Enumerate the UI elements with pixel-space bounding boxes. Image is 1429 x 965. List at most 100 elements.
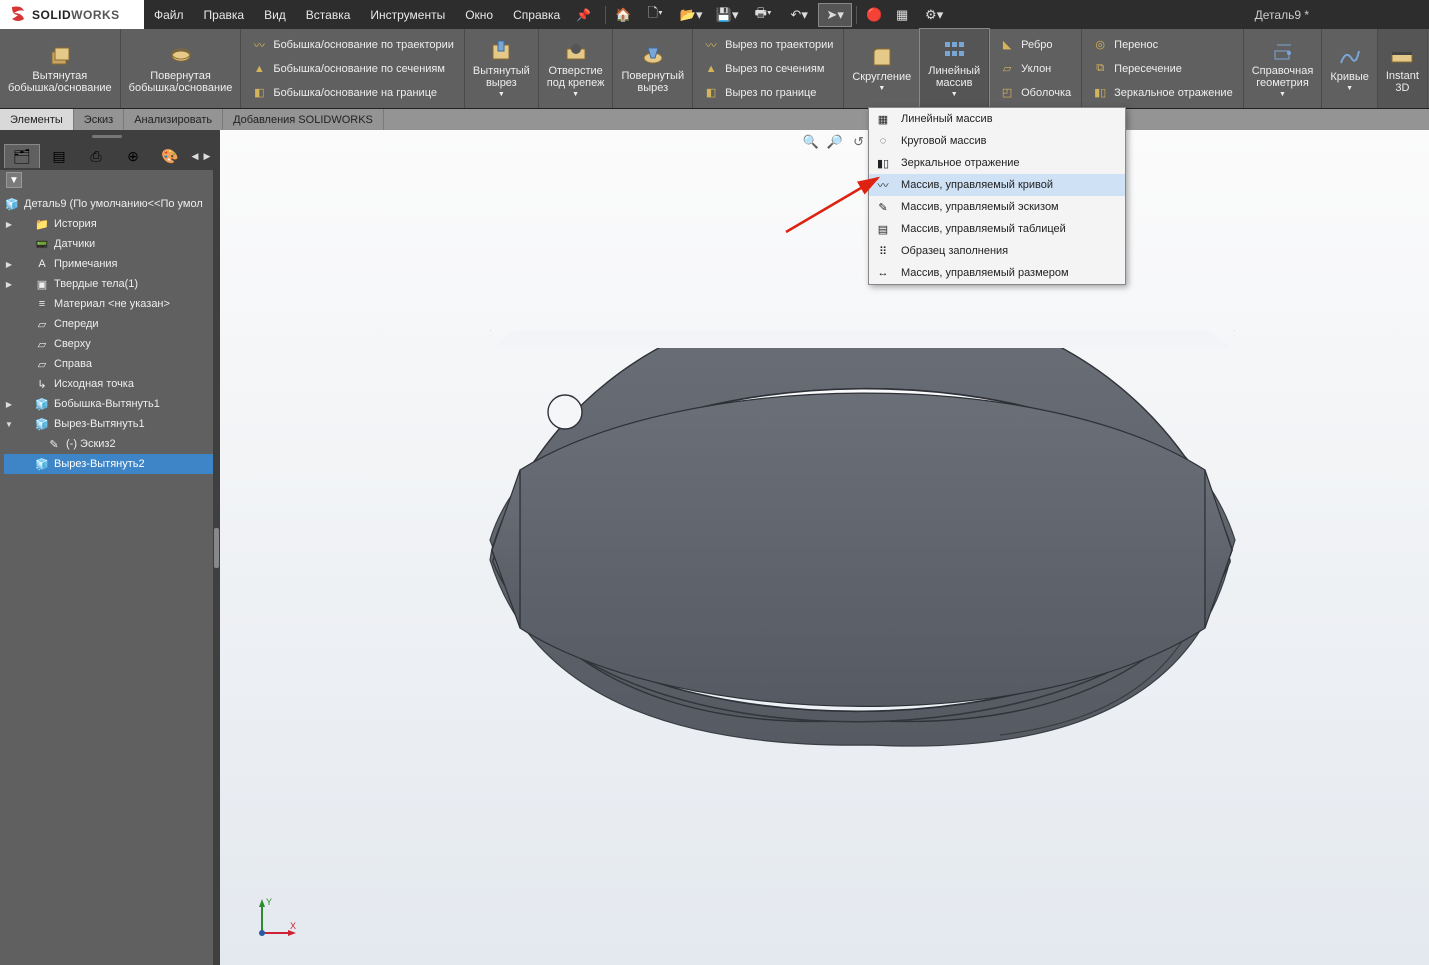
mirror-icon: ▮▯ [1092,85,1108,101]
panel-splitter[interactable] [213,130,220,965]
shell-icon: ◰ [999,85,1015,101]
fm-tab-property[interactable]: ▤ [41,144,77,168]
mirror-button[interactable]: ▮▯Зеркальное отражение [1088,81,1237,105]
tab-sketch[interactable]: Эскиз [74,109,124,130]
tree-expander[interactable]: ▼ [4,420,14,429]
curves-icon [1338,45,1362,69]
undo-button[interactable]: ↶▾ [782,3,816,27]
dropdown-item-2[interactable]: ▮▯Зеркальное отражение [869,152,1125,174]
revolved-boss-button[interactable]: Повернутая бобышка/основание [121,29,242,108]
tree-label: Бобышка-Вытянуть1 [54,398,160,410]
menu-file[interactable]: Файл [144,0,194,29]
tree-node-12[interactable]: 🧊Вырез-Вытянуть2 [4,454,213,474]
draft-button[interactable]: ▱Уклон [995,57,1075,81]
sweep-cut-button[interactable]: 〰Вырез по траектории [699,33,837,57]
tab-features[interactable]: Элементы [0,109,74,130]
tree-node-9[interactable]: ▶🧊Бобышка-Вытянуть1 [4,394,213,414]
zoom-area-button[interactable]: 🔎 [824,132,846,152]
instant-3d-button[interactable]: Instant 3D [1378,29,1428,108]
dropdown-item-1[interactable]: ◌Круговой массив [869,130,1125,152]
dropdown-item-4[interactable]: ✎Массив, управляемый эскизом [869,196,1125,218]
extrude-cut-icon [489,39,513,63]
linear-pattern-icon [942,39,966,63]
folder-icon: 📁 [34,217,50,231]
dropdown-item-3[interactable]: 〰Массив, управляемый кривой [869,174,1125,196]
fm-tab-config[interactable]: ⎙ [78,144,114,168]
boundary-boss-button[interactable]: ◧Бобышка/основание на границе [247,81,458,105]
new-button[interactable]: 🗋▾ [638,3,672,27]
tree-expander[interactable]: ▶ [4,400,14,409]
graphics-area[interactable]: 🔍 🔎 ↺ ◫ ⬚ ▣▾ ▨▾ [220,130,1429,965]
menu-edit[interactable]: Правка [194,0,255,29]
zoom-fit-button[interactable]: 🔍 [800,132,822,152]
tree-expander[interactable]: ▶ [4,260,14,269]
fm-tabs-left[interactable]: ◀ [189,144,201,168]
dropdown-item-6[interactable]: ⠿Образец заполнения [869,240,1125,262]
dropdown-label: Образец заполнения [901,245,1008,257]
shell-button[interactable]: ◰Оболочка [995,81,1075,105]
pin-icon[interactable]: 📌 [576,8,591,22]
draft-icon: ▱ [999,61,1015,77]
tab-addins[interactable]: Добавления SOLIDWORKS [223,109,384,130]
wrap-intersect-mirror-stack: ◎Перенос ⧉Пересечение ▮▯Зеркальное отраж… [1082,29,1244,108]
tree-node-0[interactable]: ▶📁История [4,214,213,234]
options-button[interactable]: ▦ [889,3,915,27]
tree-expander[interactable]: ▶ [4,220,14,229]
menu-help[interactable]: Справка [503,0,570,29]
fillet-button[interactable]: Скругление ▼ [844,29,920,108]
tree-node-8[interactable]: ↳Исходная точка [4,374,213,394]
fm-tab-dimxpert[interactable]: ⊕ [115,144,151,168]
save-button[interactable]: 💾▾ [710,3,744,27]
rib-button[interactable]: ◣Ребро [995,33,1075,57]
tab-analyse[interactable]: Анализировать [124,109,223,130]
boundary-cut-button[interactable]: ◧Вырез по границе [699,81,837,105]
dropdown-label: Массив, управляемый кривой [901,179,1053,191]
tree-node-2[interactable]: ▶AПримечания [4,254,213,274]
print-button[interactable]: 🖶▾ [746,3,780,27]
fm-tab-tree[interactable]: 🗂 [4,144,40,168]
tree-node-6[interactable]: ▱Сверху [4,334,213,354]
tree-node-7[interactable]: ▱Справа [4,354,213,374]
tree-node-1[interactable]: 📟Датчики [4,234,213,254]
linear-pattern-button[interactable]: Линейный массив ▼ [920,29,989,108]
intersect-button[interactable]: ⧉Пересечение [1088,57,1237,81]
curves-button[interactable]: Кривые ▼ [1322,29,1378,108]
menu-window[interactable]: Окно [455,0,503,29]
tree-node-4[interactable]: ≡Материал <не указан> [4,294,213,314]
loft-boss-button[interactable]: ▲Бобышка/основание по сечениям [247,57,458,81]
ref-geometry-button[interactable]: Справочная геометрия ▼ [1244,29,1323,108]
menu-insert[interactable]: Вставка [296,0,361,29]
panel-grip[interactable] [92,135,122,138]
tree-node-3[interactable]: ▶▣Твердые тела(1) [4,274,213,294]
dropdown-item-0[interactable]: ▦Линейный массив [869,108,1125,130]
tree-node-11[interactable]: ✎(-) Эскиз2 [4,434,213,454]
revolved-cut-button[interactable]: Повернутый вырез [613,29,693,108]
open-button[interactable]: 📂▾ [674,3,708,27]
tree-node-5[interactable]: ▱Спереди [4,314,213,334]
pattern-icon: ▤ [875,221,891,237]
settings-button[interactable]: ⚙▾ [917,3,951,27]
rebuild-button[interactable]: 🔴 [861,3,887,27]
home-button[interactable]: 🏠 [610,3,636,27]
extruded-cut-button[interactable]: Вытянутый вырез ▼ [465,29,539,108]
select-button[interactable]: ➤▾ [818,3,852,27]
tree-label: Исходная точка [54,378,134,390]
svg-text:X: X [290,921,296,931]
menu-tools[interactable]: Инструменты [360,0,455,29]
tree-root[interactable]: 🧊 Деталь9 (По умолчанию<<По умол [4,194,213,214]
prev-view-button[interactable]: ↺ [848,132,870,152]
sweep-boss-button[interactable]: 〰Бобышка/основание по траектории [247,33,458,57]
dropdown-item-5[interactable]: ▤Массив, управляемый таблицей [869,218,1125,240]
fm-tab-display[interactable]: 🎨 [152,144,188,168]
loft-cut-button[interactable]: ▲Вырез по сечениям [699,57,837,81]
tree-expander[interactable]: ▶ [4,280,14,289]
hole-wizard-button[interactable]: Отверстие под крепеж ▼ [539,29,614,108]
dropdown-item-7[interactable]: ↔Массив, управляемый размером [869,262,1125,284]
tree-node-10[interactable]: ▼🧊Вырез-Вытянуть1 [4,414,213,434]
filter-icon[interactable]: ▼ [6,172,22,188]
wrap-button[interactable]: ◎Перенос [1088,33,1237,57]
menu-view[interactable]: Вид [254,0,296,29]
fm-tabs-right[interactable]: ▶ [201,144,213,168]
extruded-boss-button[interactable]: Вытянутая бобышка/основание [0,29,121,108]
pattern-icon: ↔ [875,265,891,281]
